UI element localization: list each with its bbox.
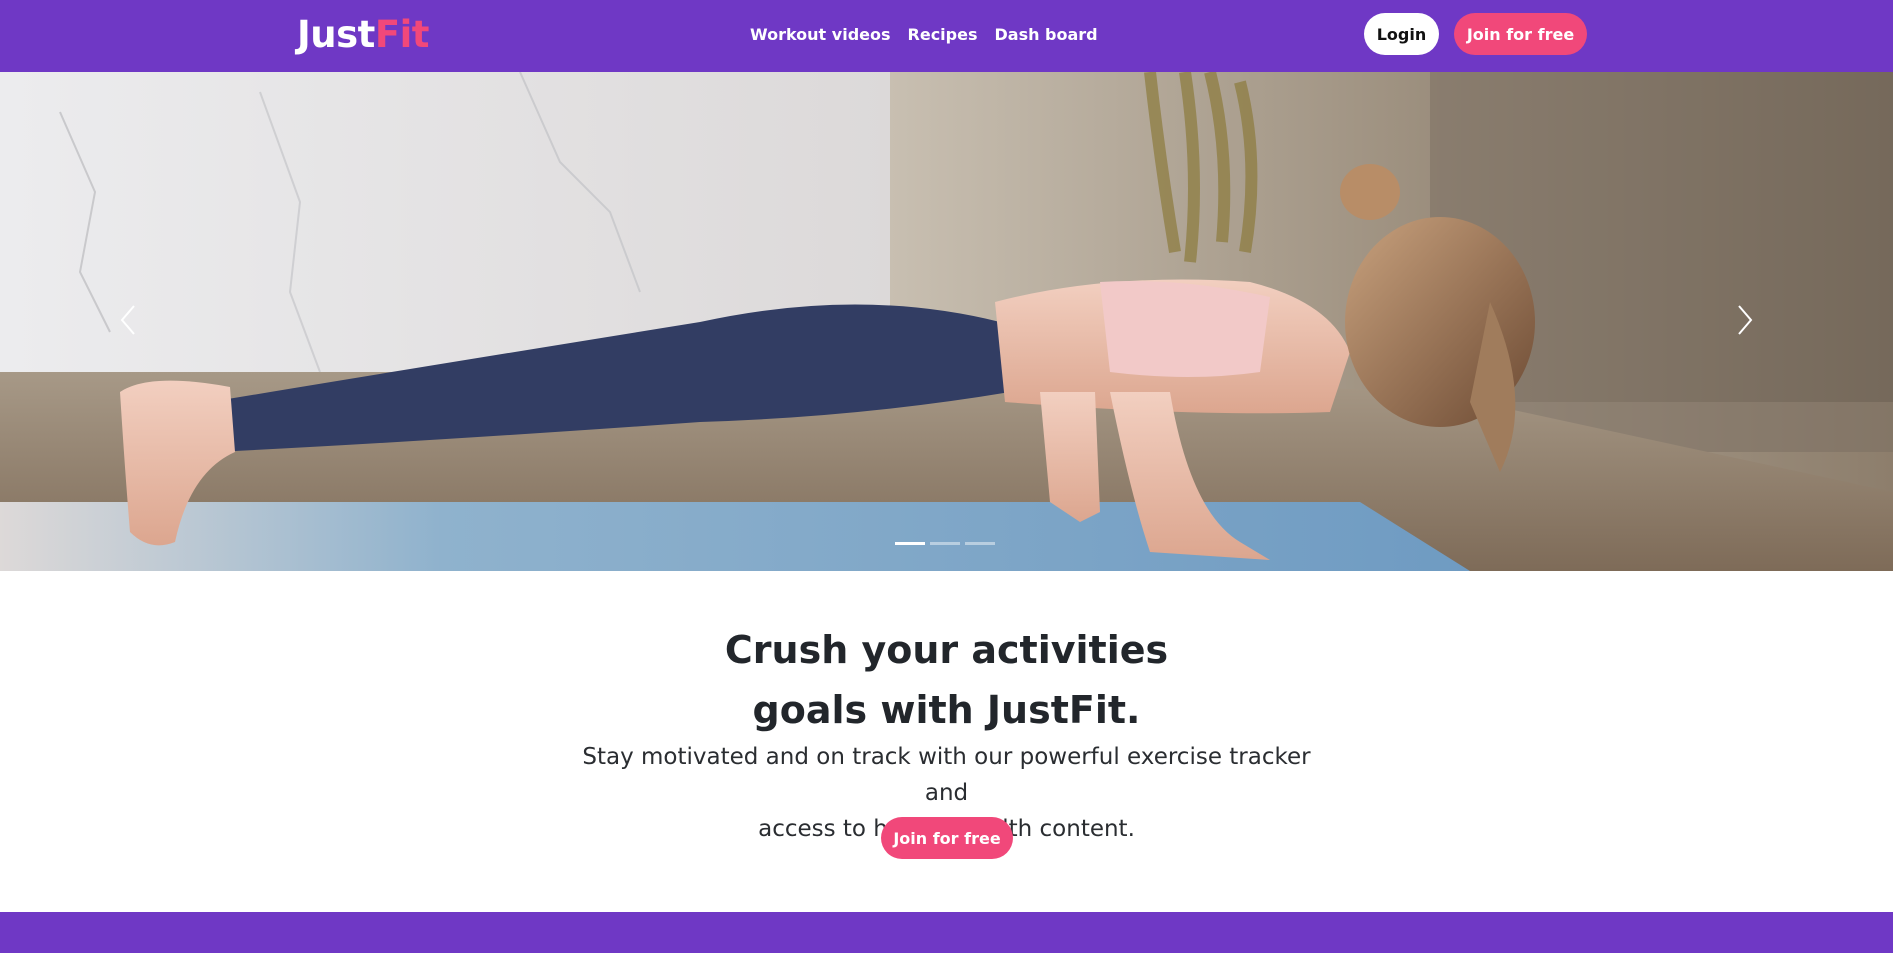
join-for-free-button-hero[interactable]: Join for free bbox=[881, 817, 1013, 859]
hero-image bbox=[0, 72, 1893, 571]
logo-text-just: Just bbox=[297, 13, 375, 56]
main-nav: Workout videos Recipes Dash board bbox=[750, 24, 1098, 45]
hero-headline: Crush your activities goals with JustFit… bbox=[0, 620, 1893, 740]
logo[interactable]: JustFit bbox=[297, 13, 429, 57]
carousel-indicator[interactable] bbox=[895, 542, 925, 545]
footer-bar bbox=[0, 912, 1893, 953]
carousel-indicator[interactable] bbox=[965, 542, 995, 545]
chevron-right-icon bbox=[1738, 305, 1753, 335]
carousel-indicator[interactable] bbox=[930, 542, 960, 545]
carousel-prev-button[interactable] bbox=[118, 302, 158, 342]
subtext-line-1: Stay motivated and on track with our pow… bbox=[582, 744, 1311, 806]
nav-dashboard[interactable]: Dash board bbox=[994, 24, 1097, 45]
top-navbar: JustFit Workout videos Recipes Dash boar… bbox=[0, 0, 1893, 72]
logo-text-fit: Fit bbox=[374, 13, 430, 56]
carousel-next-button[interactable] bbox=[1735, 302, 1775, 342]
login-button[interactable]: Login bbox=[1364, 13, 1439, 55]
nav-recipes[interactable]: Recipes bbox=[908, 24, 978, 45]
chevron-left-icon bbox=[120, 305, 135, 335]
headline-line-2: goals with JustFit. bbox=[752, 688, 1141, 732]
carousel-indicators bbox=[895, 542, 995, 545]
join-for-free-button-header[interactable]: Join for free bbox=[1454, 13, 1587, 55]
nav-workout-videos[interactable]: Workout videos bbox=[750, 24, 891, 45]
headline-line-1: Crush your activities bbox=[724, 628, 1169, 672]
hero-carousel bbox=[0, 72, 1893, 571]
